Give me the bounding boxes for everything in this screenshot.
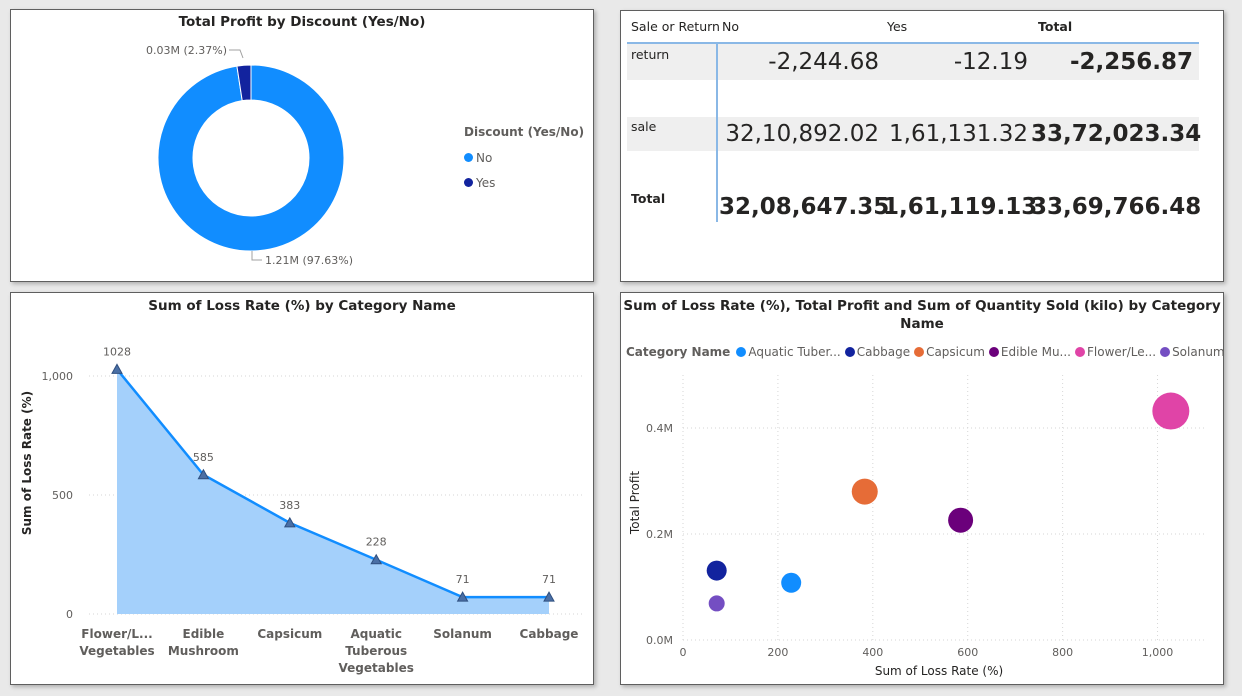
matrix-cell-total: 33,72,023.34 [1031, 121, 1202, 147]
matrix-cell: -2,244.68 [768, 49, 879, 75]
scatter-xtick-label: 200 [767, 646, 788, 659]
scatter-xtick-label: 400 [862, 646, 883, 659]
matrix-cell-grand-total: 33,69,766.48 [1031, 194, 1202, 220]
area-category-label: Vegetables [339, 661, 414, 675]
scatter-xtick-label: 600 [957, 646, 978, 659]
area-data-label: 1028 [103, 345, 131, 358]
area-data-label: 71 [456, 573, 470, 586]
scatter-y-axis-title: Total Profit [628, 471, 642, 535]
donut-legend-item-yes[interactable]: Yes [464, 170, 495, 195]
scatter-xtick-label: 0 [680, 646, 687, 659]
area-data-label: 228 [366, 536, 387, 549]
matrix-cell: -12.19 [953, 49, 1028, 75]
scatter-bubble[interactable] [1152, 392, 1190, 430]
matrix-cell-total: 1,61,119.13 [883, 194, 1038, 220]
area-category-label: Vegetables [79, 644, 154, 658]
area-data-label: 71 [542, 573, 556, 586]
matrix-header-row-label: Sale or Return [631, 19, 720, 34]
matrix-row-label-total: Total [631, 191, 666, 206]
scatter-chart[interactable]: 0 200 400 600 800 1,0000.0M0.2M0.4MSum of Los… [621, 293, 1224, 685]
legend-label: Yes [476, 175, 496, 190]
scatter-bubble[interactable] [781, 572, 802, 593]
matrix-cell-total: -2,256.87 [1069, 49, 1193, 75]
area-category-label: Capsicum [257, 627, 322, 641]
scatter-xtick-label: 800 [1052, 646, 1073, 659]
donut-chart-panel[interactable]: Total Profit by Discount (Yes/No) 0.03M … [10, 9, 594, 282]
matrix-cell: 32,10,892.02 [725, 121, 879, 147]
legend-marker-icon [464, 153, 473, 162]
donut-data-label-no: 1.21M (97.63%) [265, 254, 353, 267]
area-data-label: 585 [193, 451, 214, 464]
donut-legend-title: Discount (Yes/No) [464, 125, 585, 139]
matrix-cell-total: 32,08,647.35 [719, 194, 890, 220]
area-chart-panel[interactable]: Sum of Loss Rate (%) by Category Name 05… [10, 292, 594, 685]
scatter-ytick-label: 0.0M [646, 634, 673, 647]
area-ytick-label: 0 [66, 608, 73, 621]
donut-leader-line-yes [229, 49, 244, 59]
matrix-row-label-return[interactable]: return [631, 47, 669, 62]
area-category-label: Flower/L... [81, 627, 152, 641]
donut-legend-item-no[interactable]: No [464, 145, 495, 170]
area-category-label: Mushroom [168, 644, 239, 658]
scatter-chart-panel[interactable]: Sum of Loss Rate (%), Total Profit and S… [620, 292, 1224, 685]
scatter-ytick-label: 0.2M [646, 528, 673, 541]
area-fill [117, 369, 549, 614]
matrix-row-label-sale[interactable]: sale [631, 119, 656, 134]
donut-legend: No Yes [464, 145, 495, 195]
scatter-bubble[interactable] [851, 478, 878, 505]
area-category-label: Aquatic [350, 627, 401, 641]
scatter-ytick-label: 0.4M [646, 422, 673, 435]
matrix-cell: 1,61,131.32 [889, 121, 1028, 147]
matrix-header-yes[interactable]: Yes [887, 19, 907, 34]
donut-chart[interactable]: 0.03M (2.37%) 1.21M (97.63%) [11, 10, 594, 282]
area-category-label: Edible [183, 627, 225, 641]
donut-data-label-yes: 0.03M (2.37%) [146, 44, 227, 57]
matrix-header-total[interactable]: Total [1038, 19, 1072, 34]
matrix-row-header-divider [716, 44, 718, 222]
area-data-point-marker[interactable] [111, 363, 123, 374]
legend-label: No [476, 150, 493, 165]
matrix-header-no[interactable]: No [722, 19, 739, 34]
area-y-axis-title: Sum of Loss Rate (%) [20, 391, 34, 535]
scatter-x-axis-title: Sum of Loss Rate (%) [875, 664, 1003, 678]
area-category-label: Tuberous [345, 644, 407, 658]
matrix-panel[interactable]: Sale or Return No Yes Total return -2,24… [620, 10, 1224, 282]
scatter-xtick-label: 1,000 [1142, 646, 1174, 659]
area-ytick-label: 500 [52, 489, 73, 502]
area-data-label: 383 [279, 499, 300, 512]
area-category-label: Solanum [433, 627, 492, 641]
scatter-bubble[interactable] [708, 595, 725, 612]
scatter-bubble[interactable] [948, 507, 974, 533]
matrix-header-divider [627, 42, 1199, 44]
area-ytick-label: 1,000 [42, 370, 74, 383]
area-chart[interactable]: 0 500 1,000 Sum of Loss Rate (%) 1028 Flower/… [11, 293, 594, 685]
area-category-label: Cabbage [520, 627, 579, 641]
donut-leader-line-no [251, 251, 262, 261]
legend-marker-icon [464, 178, 473, 187]
scatter-bubble[interactable] [706, 560, 727, 581]
